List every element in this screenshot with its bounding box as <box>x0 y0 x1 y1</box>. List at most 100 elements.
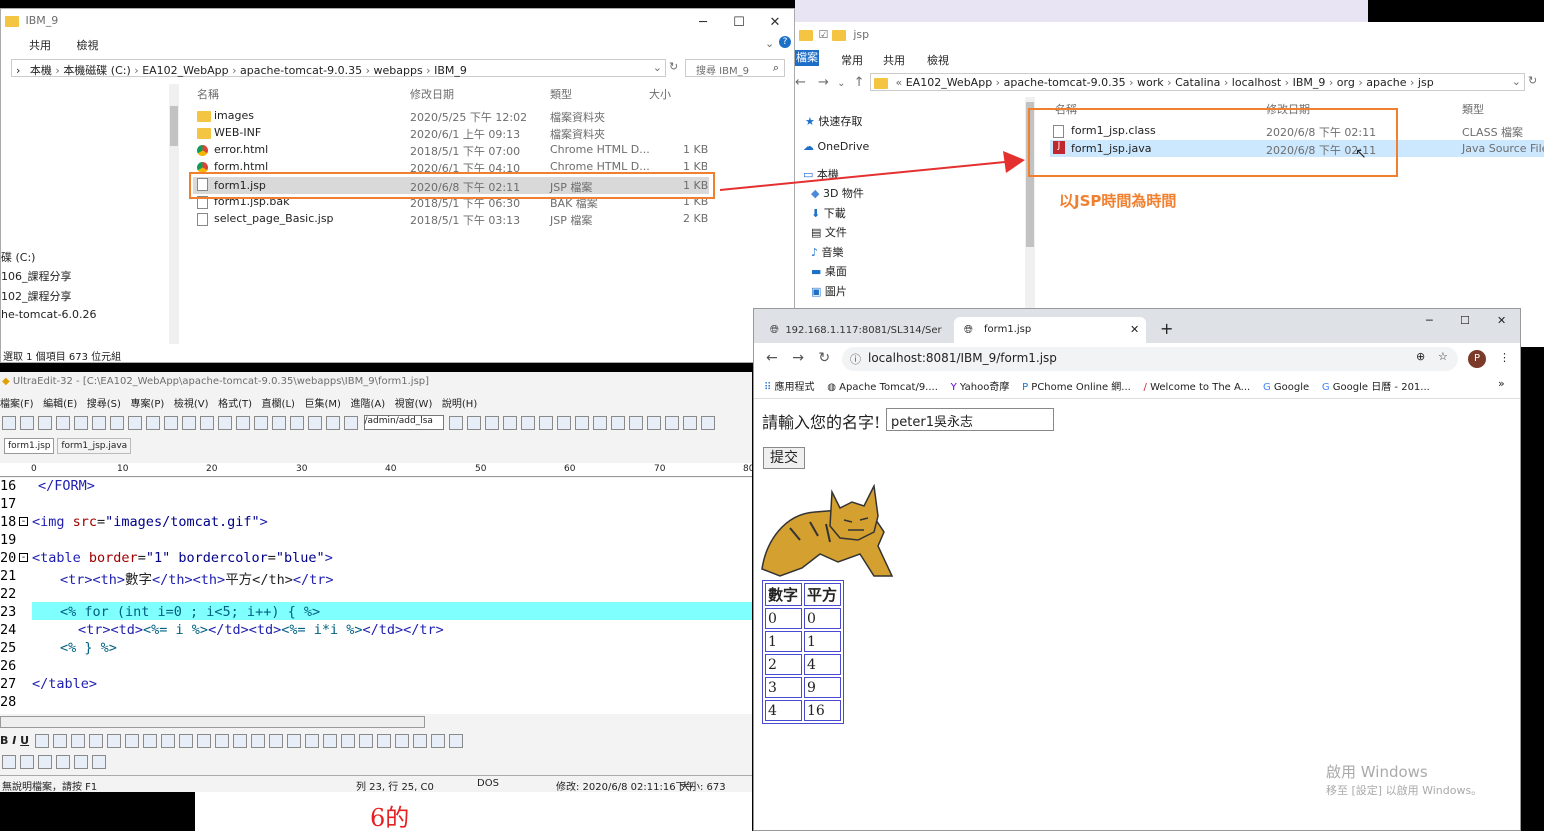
toolbar-button[interactable] <box>376 734 391 748</box>
back-arrow-icon[interactable]: ← <box>795 75 806 90</box>
toolbar-button[interactable] <box>20 755 34 769</box>
underline-button[interactable]: U <box>20 734 29 747</box>
menu-item[interactable]: 巨集(M) <box>304 399 340 410</box>
toolbar-button[interactable] <box>593 415 607 430</box>
breadcrumb-item[interactable]: apache <box>1366 76 1406 89</box>
maximize-button[interactable]: ☐ <box>1460 314 1470 327</box>
toolbar-button[interactable] <box>178 734 193 748</box>
fold-toggle-icon[interactable]: - <box>19 553 28 563</box>
ribbon-tab-share[interactable]: 共用 <box>883 52 905 68</box>
toolbar-button[interactable] <box>448 734 463 748</box>
bookmark-item[interactable]: P PChome Online 網... <box>1022 382 1131 393</box>
browser-tab-active[interactable]: 🌐︎ form1.jsp ✕ <box>954 317 1146 343</box>
nav-item[interactable]: 102_課程分享 <box>1 288 72 304</box>
italic-button[interactable]: I <box>12 734 16 747</box>
menu-item[interactable]: 直欄(L) <box>262 399 295 410</box>
menu-item[interactable]: 檢視(V) <box>174 399 209 410</box>
forward-arrow-icon[interactable]: → <box>792 350 804 366</box>
toolbar-button[interactable] <box>521 415 535 430</box>
search-input[interactable]: 搜尋 IBM_9 ⌕ <box>685 59 785 77</box>
toolbar-button[interactable] <box>539 415 553 430</box>
toolbar-button[interactable] <box>128 415 142 430</box>
toolbar-button[interactable] <box>268 734 283 748</box>
toolbar-button[interactable] <box>358 734 373 748</box>
nav-item[interactable]: 碟 (C:) <box>1 249 35 265</box>
breadcrumb-item[interactable]: 本機 <box>30 64 52 77</box>
url-bar[interactable]: ⓘ localhost:8081/IBM_9/form1.jsp ⊕ ☆ <box>842 347 1458 371</box>
column-header-date[interactable]: 修改日期 <box>410 86 454 102</box>
toolbar-button[interactable] <box>34 734 49 748</box>
nav-scrollbar[interactable] <box>169 84 179 344</box>
nav-item-pictures[interactable]: ▣ 圖片 <box>811 283 847 299</box>
menu-item[interactable]: 進階(A) <box>350 399 385 410</box>
toolbar-button[interactable] <box>322 734 337 748</box>
bookmark-item[interactable]: ◍ Apache Tomcat/9.... <box>827 382 938 393</box>
toolbar-button[interactable] <box>52 734 67 748</box>
reload-icon[interactable]: ↻ <box>818 350 830 366</box>
breadcrumb-item[interactable]: Catalina <box>1175 76 1220 89</box>
breadcrumb-item[interactable]: 本機磁碟 (C:) <box>63 64 130 77</box>
toolbar-button[interactable] <box>575 415 589 430</box>
ribbon-tab-home[interactable]: 常用 <box>841 52 863 68</box>
menu-item[interactable]: 視窗(W) <box>395 399 433 410</box>
toolbar-button[interactable] <box>236 415 250 430</box>
column-header-type[interactable]: 類型 <box>550 86 572 102</box>
new-tab-button[interactable]: + <box>1160 319 1173 338</box>
toolbar-button[interactable] <box>430 734 445 748</box>
forward-arrow-icon[interactable]: → <box>818 75 829 90</box>
breadcrumb-item[interactable]: jsp <box>1418 76 1434 89</box>
back-arrow-icon[interactable]: ← <box>766 350 778 366</box>
toolbar-button[interactable] <box>647 415 661 430</box>
menu-item[interactable]: 檔案(F) <box>0 399 34 410</box>
chevron-down-icon[interactable]: ⌄ <box>837 78 845 89</box>
toolbar-button[interactable] <box>92 415 106 430</box>
column-header-type[interactable]: 類型 <box>1462 101 1484 117</box>
horizontal-scrollbar[interactable] <box>0 716 425 728</box>
help-icon[interactable]: ? <box>779 36 791 48</box>
breadcrumb-item[interactable]: org <box>1337 76 1355 89</box>
toolbar-button[interactable] <box>196 734 211 748</box>
toolbar-button[interactable] <box>665 415 679 430</box>
menu-icon[interactable]: ⋮ <box>1499 351 1510 364</box>
code-editor[interactable]: 16 </FORM> 17 18- <img src="images/tomcat.… <box>0 478 752 714</box>
close-button[interactable]: ✕ <box>757 9 793 39</box>
nav-item-desktop[interactable]: ▬ 桌面 <box>811 263 847 279</box>
toolbar-button[interactable] <box>20 415 34 430</box>
profile-avatar[interactable]: P <box>1468 350 1486 368</box>
breadcrumb-item[interactable]: work <box>1137 76 1164 89</box>
toolbar-button[interactable] <box>110 415 124 430</box>
file-row[interactable]: error.html 2018/5/1 下午 07:00 Chrome HTML… <box>197 143 708 160</box>
menu-item[interactable]: 編輯(E) <box>43 399 77 410</box>
column-header-size[interactable]: 大小 <box>649 86 671 102</box>
info-icon[interactable]: ⓘ <box>850 351 861 367</box>
breadcrumb-item[interactable]: apache-tomcat-9.0.35 <box>240 64 362 77</box>
toolbar-button[interactable] <box>308 415 322 430</box>
breadcrumb-item[interactable]: EA102_WebApp <box>906 76 992 89</box>
toolbar-button[interactable] <box>142 734 157 748</box>
breadcrumb-item[interactable]: IBM_9 <box>434 64 467 77</box>
toolbar-button[interactable] <box>124 734 139 748</box>
breadcrumb-item[interactable]: apache-tomcat-9.0.35 <box>1004 76 1126 89</box>
toolbar-button[interactable] <box>70 734 85 748</box>
toolbar-button[interactable] <box>88 734 103 748</box>
chevron-down-icon[interactable]: ⌄ <box>1512 75 1521 88</box>
toolbar-button[interactable] <box>290 415 304 430</box>
ribbon-tab-view[interactable]: 檢視 <box>927 52 949 68</box>
toolbar-button[interactable] <box>56 755 70 769</box>
editor-tab[interactable]: form1_jsp.java <box>57 438 132 454</box>
bookmark-item[interactable]: G Google 日曆 - 201... <box>1322 382 1430 393</box>
toolbar-button[interactable] <box>200 415 214 430</box>
toolbar-button[interactable] <box>250 734 265 748</box>
nav-item-downloads[interactable]: ⬇ 下載 <box>811 205 846 221</box>
toolbar-button[interactable] <box>412 734 427 748</box>
toolbar-button[interactable] <box>38 415 52 430</box>
chevron-down-icon[interactable]: ⌄ <box>765 37 774 50</box>
ribbon-tab-share[interactable]: 共用 <box>29 39 51 52</box>
toolbar-button[interactable] <box>146 415 160 430</box>
star-icon[interactable]: ☆ <box>1438 350 1448 363</box>
toolbar-button[interactable] <box>2 755 16 769</box>
bookmark-item[interactable]: ⠿ 應用程式 <box>764 382 815 393</box>
toolbar-combo[interactable]: /admin/add_lsa <box>363 415 444 430</box>
toolbar-button[interactable] <box>106 734 121 748</box>
toolbar-button[interactable] <box>503 415 517 430</box>
